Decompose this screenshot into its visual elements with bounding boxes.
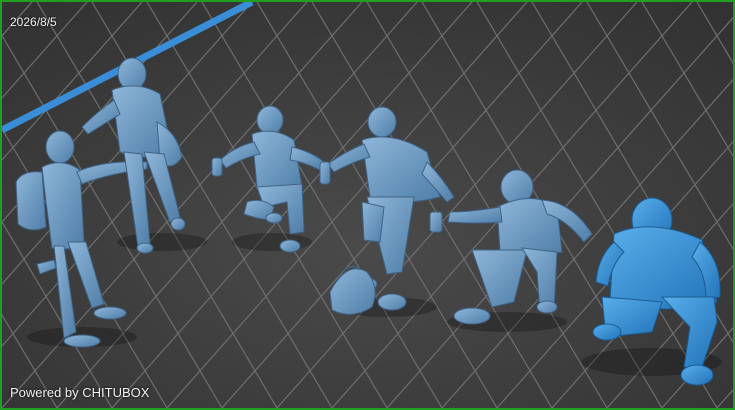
3d-viewport[interactable]: 2026/8/5 Powered by CHITUBOX	[0, 0, 735, 410]
build-plate-scene[interactable]	[2, 2, 733, 408]
date-stamp: 2026/8/5	[10, 15, 57, 29]
watermark-label: Powered by CHITUBOX	[10, 385, 150, 400]
